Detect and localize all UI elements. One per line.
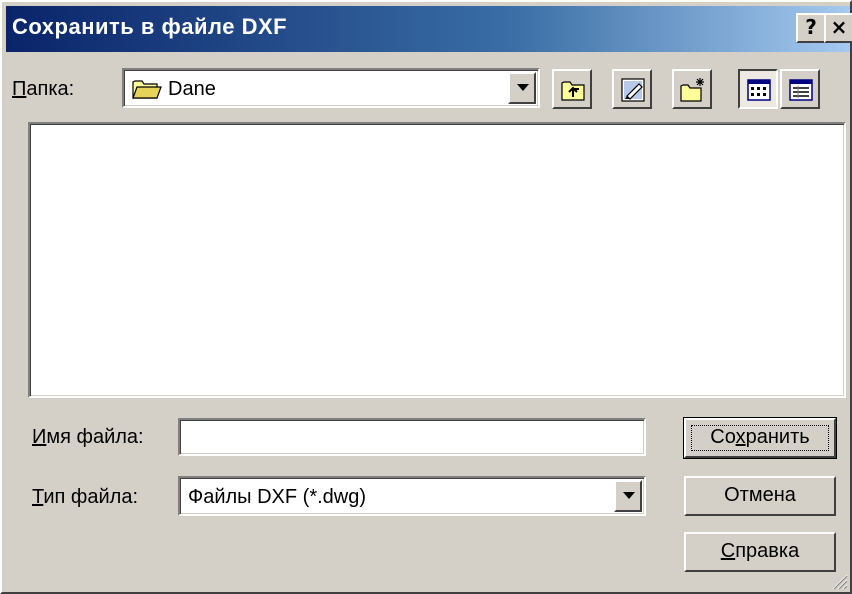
details-view-button[interactable] bbox=[780, 69, 820, 109]
focus-rect bbox=[691, 425, 829, 451]
dialog-title: Сохранить в файле DXF bbox=[12, 14, 288, 39]
folder-value: Dane bbox=[168, 78, 216, 100]
filename-input[interactable] bbox=[178, 418, 646, 456]
new-folder-icon bbox=[680, 78, 704, 102]
save-button[interactable]: Сохранить bbox=[683, 417, 837, 459]
details-view-icon bbox=[789, 79, 813, 101]
filetype-value: Файлы DXF (*.dwg) bbox=[188, 486, 367, 508]
folder-combobox[interactable]: Dane bbox=[122, 68, 540, 108]
chevron-down-icon bbox=[517, 84, 529, 91]
help-title-button[interactable]: ? bbox=[796, 13, 826, 43]
list-view-icon bbox=[747, 79, 771, 101]
new-folder-button[interactable] bbox=[672, 69, 712, 109]
filetype-dropdown-button[interactable] bbox=[614, 480, 642, 512]
save-dialog: Сохранить в файле DXF ? × Папка: Dane Им… bbox=[0, 0, 852, 594]
resize-grip-icon[interactable] bbox=[830, 572, 848, 590]
folder-label: Папка: bbox=[12, 78, 75, 100]
up-folder-icon bbox=[561, 81, 585, 101]
cancel-button[interactable]: Отмена bbox=[684, 476, 836, 516]
folder-icon bbox=[132, 78, 162, 105]
filetype-select[interactable]: Файлы DXF (*.dwg) bbox=[178, 476, 646, 516]
close-button[interactable]: × bbox=[824, 13, 852, 43]
help-button[interactable]: Справка bbox=[684, 532, 836, 572]
folder-dropdown-button[interactable] bbox=[508, 72, 536, 104]
file-list[interactable] bbox=[28, 122, 846, 398]
filetype-label: Тип файла: bbox=[32, 486, 139, 508]
up-one-level-button[interactable] bbox=[552, 69, 592, 109]
chevron-down-icon bbox=[623, 492, 635, 499]
desktop-icon bbox=[621, 78, 645, 102]
title-bar[interactable]: Сохранить в файле DXF ? × bbox=[6, 6, 852, 52]
desktop-button[interactable] bbox=[612, 69, 652, 109]
list-view-button[interactable] bbox=[738, 69, 778, 109]
filename-label: Имя файла: bbox=[32, 426, 144, 448]
